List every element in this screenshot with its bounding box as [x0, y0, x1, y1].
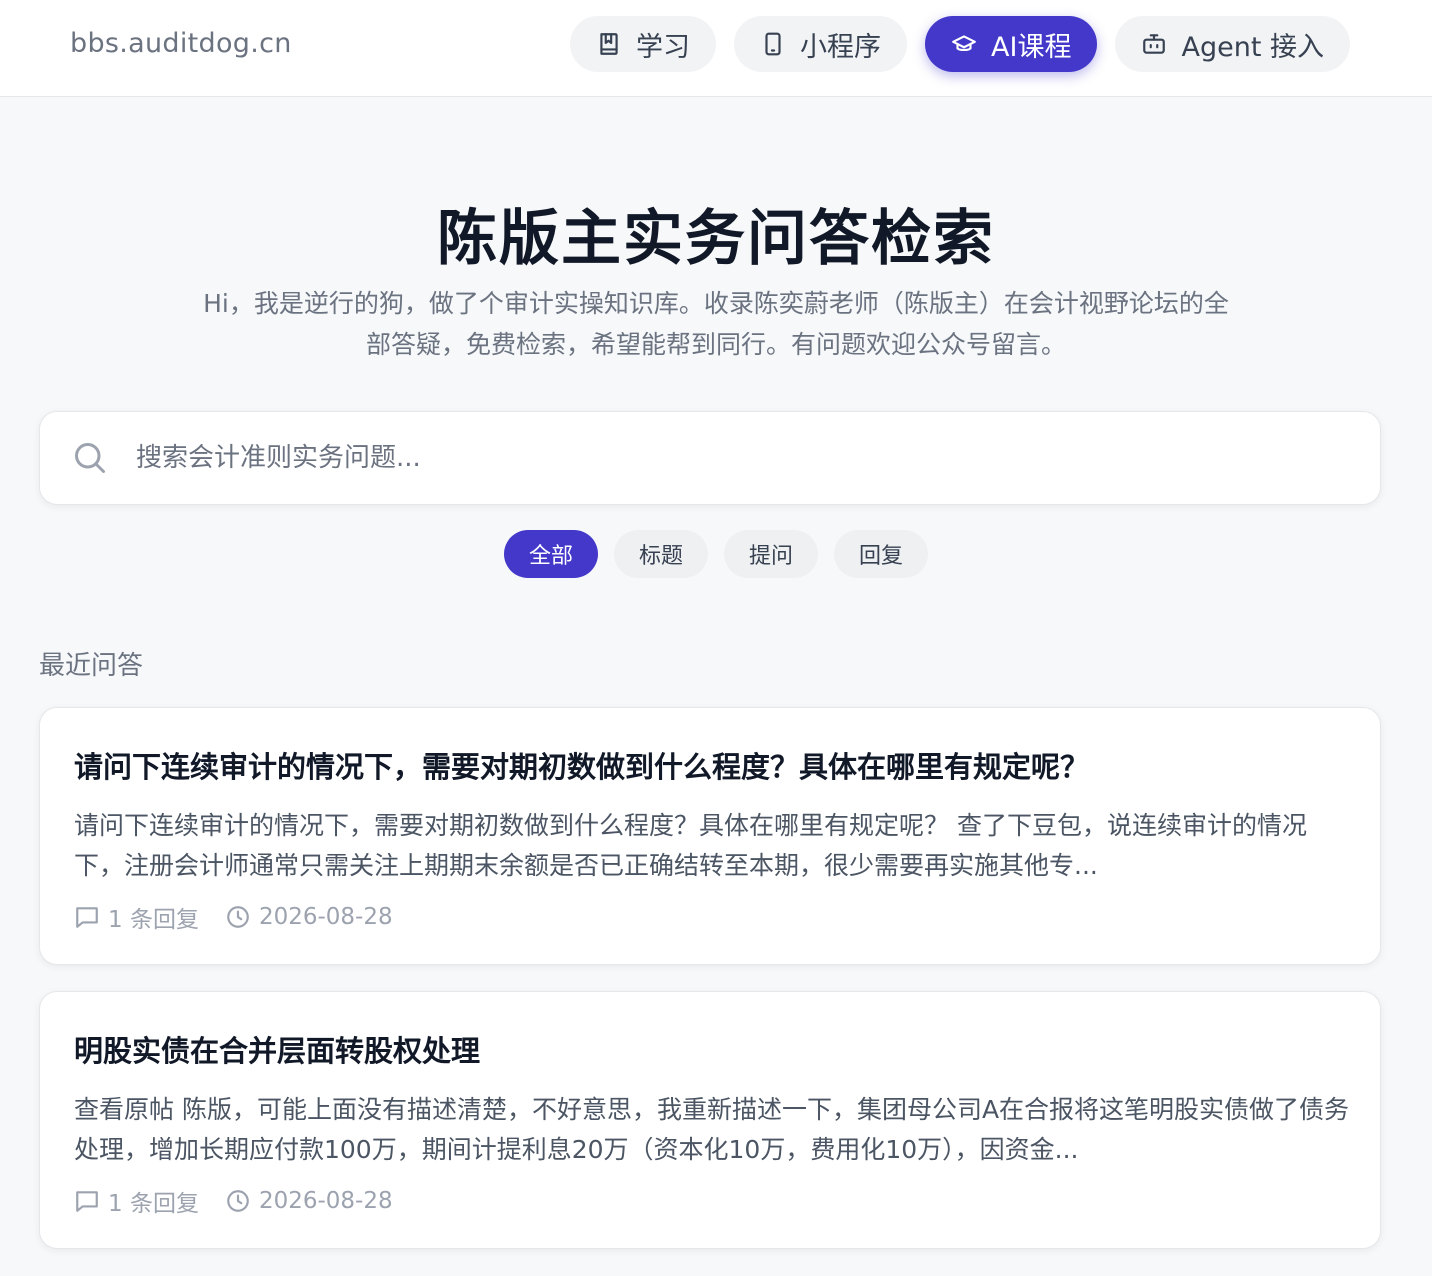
clock-icon [227, 1190, 249, 1212]
filter-all[interactable]: 全部 [503, 530, 598, 578]
post-date: 2026-08-28 [258, 1188, 393, 1214]
reply-count: 1 条回复 [108, 1191, 199, 1217]
phone-icon [765, 32, 781, 56]
top-bar: bbs.auditdog.cn 学习 小程序 AI课程 Agent 接入 [0, 0, 1432, 97]
filter-reply[interactable]: 回复 [834, 530, 929, 578]
post-card[interactable]: 明股实债在合并层面转股权处理 查看原帖 陈版，可能上面没有描述清楚，不好意思，我… [39, 991, 1381, 1249]
nav-study-label: 学习 [636, 31, 691, 63]
filter-question[interactable]: 提问 [724, 530, 819, 578]
graduation-cap-icon [952, 35, 976, 52]
book-icon [600, 33, 618, 55]
nav-study-button[interactable]: 学习 [570, 16, 717, 72]
nav-miniprogram-label: 小程序 [800, 31, 882, 63]
nav-ai-course-label: AI课程 [991, 31, 1072, 63]
robot-icon [1143, 34, 1166, 54]
top-nav: 学习 小程序 AI课程 Agent 接入 [570, 16, 1350, 72]
search-scope-filters: 全部 标题 提问 回复 [0, 530, 1432, 578]
nav-agent-label: Agent 接入 [1181, 31, 1324, 63]
post-excerpt: 请问下连续审计的情况下，需要对期初数做到什么程度？具体在哪里有规定呢？ 查了下豆… [74, 811, 1307, 880]
reply-count: 1 条回复 [108, 907, 199, 933]
filter-title[interactable]: 标题 [613, 530, 708, 578]
nav-ai-course-button[interactable]: AI课程 [925, 16, 1098, 72]
page-title: 陈版主实务问答检索 [437, 204, 995, 274]
post-title[interactable]: 明股实债在合并层面转股权处理 [74, 1028, 1344, 1070]
nav-agent-button[interactable]: Agent 接入 [1115, 16, 1350, 72]
page-subtitle: Hi，我是逆行的狗，做了个审计实操知识库。收录陈奕蔚老师（陈版主）在会计视野论坛… [203, 289, 1229, 359]
post-excerpt: 查看原帖 陈版，可能上面没有描述清楚，不好意思，我重新描述一下，集团母公司A在合… [74, 1095, 1350, 1164]
comment-icon [76, 907, 98, 928]
post-date: 2026-08-28 [258, 904, 393, 930]
post-title[interactable]: 请问下连续审计的情况下，需要对期初数做到什么程度？具体在哪里有规定呢？ [74, 744, 1344, 786]
post-meta: 1 条回复 2026-08-28 [74, 1184, 419, 1218]
recent-qa-heading: 最近问答 [39, 651, 144, 681]
post-card[interactable]: 请问下连续审计的情况下，需要对期初数做到什么程度？具体在哪里有规定呢？ 请问下连… [39, 707, 1381, 965]
comment-icon [76, 1191, 98, 1212]
post-meta: 1 条回复 2026-08-28 [74, 900, 419, 934]
clock-icon [227, 906, 249, 928]
search-icon [75, 443, 105, 473]
site-name[interactable]: bbs.auditdog.cn [70, 28, 292, 59]
nav-miniprogram-button[interactable]: 小程序 [734, 16, 908, 72]
search-input[interactable] [136, 432, 1336, 484]
search-box[interactable] [39, 411, 1381, 505]
